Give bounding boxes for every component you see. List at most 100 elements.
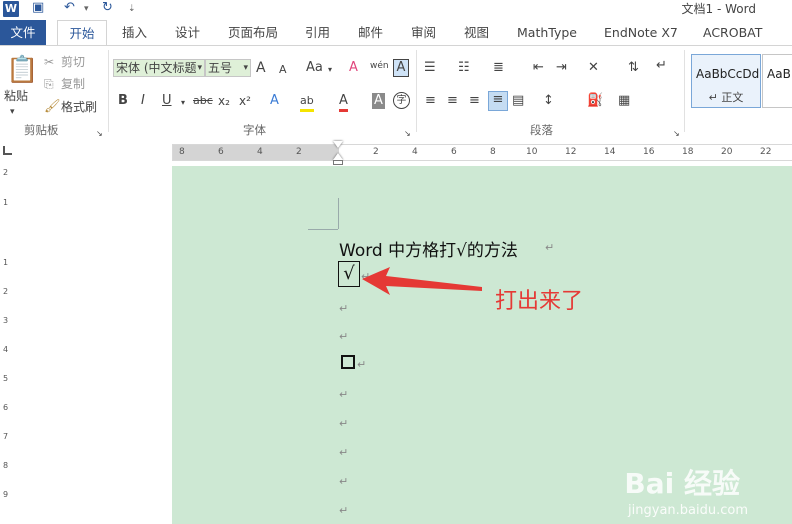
paste-dropdown-icon[interactable]: ▾ [10, 104, 15, 120]
line-spacing-icon[interactable]: ↕ [543, 93, 554, 109]
justify-icon[interactable]: ≡ [488, 91, 508, 111]
vertical-ruler[interactable]: 2 1 1 2 3 4 5 6 7 8 9 [1, 160, 13, 524]
style-normal[interactable]: AaBbCcDd ↵ 正文 [691, 54, 761, 108]
shrink-font-button[interactable]: A [279, 62, 287, 78]
ruler-tick: 22 [760, 147, 772, 157]
italic-button[interactable]: I [141, 93, 145, 109]
distributed-icon[interactable]: ▤ [512, 93, 524, 109]
crop-mark [308, 229, 338, 230]
tab-review[interactable]: 审阅 [411, 20, 436, 45]
font-name-select[interactable]: 宋体 (中文标题 ▾ [113, 59, 205, 77]
format-painter-icon[interactable]: 🖌 [44, 99, 61, 115]
tab-insert[interactable]: 插入 [122, 20, 147, 45]
copy-button[interactable]: 复制 [61, 76, 85, 92]
phonetic-guide-button[interactable]: wén [370, 58, 389, 74]
bullets-icon[interactable]: ☰ [424, 60, 436, 76]
paste-icon[interactable]: 📋 [6, 54, 38, 86]
hanging-indent-marker[interactable] [333, 153, 343, 160]
tab-home[interactable]: 开始 [57, 20, 107, 46]
ruler-tick: 14 [604, 147, 616, 157]
format-painter-button[interactable]: 格式刷 [61, 99, 97, 115]
ruler-tick: 20 [721, 147, 733, 157]
separator [684, 50, 685, 132]
shading-icon[interactable]: ⛽ [587, 93, 603, 109]
word-app-icon: W [3, 1, 19, 17]
ruler-tick: 6 [451, 147, 457, 157]
subscript-button[interactable]: x₂ [218, 93, 230, 109]
first-line-indent-marker[interactable] [333, 141, 343, 148]
char-shading-button[interactable]: A [372, 93, 385, 109]
ruler-tick: 4 [257, 147, 263, 157]
tab-acrobat[interactable]: ACROBAT [703, 20, 762, 45]
tab-view[interactable]: 视图 [464, 20, 489, 45]
ruler-tick: 18 [682, 147, 694, 157]
font-color-button[interactable]: A [339, 93, 348, 112]
vruler-tick: 4 [3, 345, 9, 354]
vruler-tick: 6 [3, 403, 9, 412]
text-effects-button[interactable]: A [270, 93, 279, 109]
left-margin-area [0, 166, 172, 524]
undo-dropdown-icon[interactable]: ▾ [84, 4, 89, 14]
ruler-tick: 12 [565, 147, 577, 157]
char-border-button[interactable]: A [393, 59, 409, 77]
tab-layout[interactable]: 页面布局 [228, 20, 278, 45]
separator [416, 50, 417, 132]
strikethrough-button[interactable]: abc [193, 93, 213, 109]
grow-font-button[interactable]: A [256, 60, 266, 76]
cut-icon[interactable]: ✂ [44, 54, 54, 70]
tab-selector-icon[interactable] [3, 146, 12, 155]
multilevel-list-icon[interactable]: ≣ [493, 60, 504, 76]
paragraph-mark: ↵ [339, 388, 349, 401]
customize-qat-icon[interactable]: ⇣ [128, 4, 136, 14]
increase-indent-icon[interactable]: ⇥ [556, 60, 567, 76]
chevron-down-icon[interactable]: ▾ [181, 95, 185, 111]
paragraph-mark: ↵ [545, 241, 555, 254]
ruler-tick: 10 [526, 147, 538, 157]
show-marks-icon[interactable]: ↵ [656, 58, 667, 74]
empty-box[interactable] [341, 355, 355, 369]
bold-button[interactable]: B [118, 93, 128, 109]
left-indent-marker[interactable] [333, 160, 343, 165]
vruler-tick: 8 [3, 461, 9, 470]
copy-icon[interactable]: ⎘ [44, 76, 54, 92]
change-case-button[interactable]: Aa [306, 60, 323, 76]
superscript-button[interactable]: x² [239, 93, 251, 109]
sort-icon[interactable]: ⇅ [628, 60, 639, 76]
watermark-logo: Bai 经验 [624, 467, 740, 500]
tab-design[interactable]: 设计 [175, 20, 200, 45]
ruler-tick: 2 [296, 147, 302, 157]
cut-button[interactable]: 剪切 [61, 54, 85, 70]
style-no-spacing[interactable]: AaB [762, 54, 792, 108]
watermark-url: jingyan.baidu.com [628, 503, 748, 518]
chevron-down-icon[interactable]: ▾ [328, 62, 332, 78]
enclose-char-button[interactable]: 字 [393, 92, 410, 109]
tab-references[interactable]: 引用 [305, 20, 330, 45]
save-icon[interactable]: ▣ [32, 0, 44, 15]
align-center-icon[interactable]: ≡ [447, 93, 458, 109]
clear-format-button[interactable]: A [349, 60, 358, 76]
borders-icon[interactable]: ▦ [618, 93, 630, 109]
underline-button[interactable]: U [162, 93, 172, 109]
horizontal-ruler[interactable]: 8 6 4 2 2 4 6 8 10 12 14 16 18 20 22 [172, 144, 792, 161]
tab-mathtype[interactable]: MathType [517, 20, 577, 45]
highlight-button[interactable]: ab [300, 93, 314, 112]
numbering-icon[interactable]: ☷ [458, 60, 470, 76]
document-heading[interactable]: Word 中方格打√的方法 [339, 236, 518, 261]
align-right-icon[interactable]: ≡ [469, 93, 480, 109]
paragraph-mark: ↵ [339, 504, 349, 517]
align-left-icon[interactable]: ≡ [425, 93, 436, 109]
tab-endnote[interactable]: EndNote X7 [604, 20, 678, 45]
vruler-tick: 2 [3, 168, 9, 177]
ribbon-tabs: 文件 开始 插入 设计 页面布局 引用 邮件 审阅 视图 MathType En… [0, 20, 792, 46]
ruler-tick: 2 [373, 147, 379, 157]
paste-button[interactable]: 粘贴 [4, 88, 28, 104]
tab-file[interactable]: 文件 [0, 20, 46, 45]
font-size-select[interactable]: 五号 ▾ [205, 59, 251, 77]
asian-layout-icon[interactable]: ✕ [588, 60, 599, 76]
ruler-tick: 4 [412, 147, 418, 157]
undo-icon[interactable]: ↶ [64, 0, 75, 15]
redo-icon[interactable]: ↻ [102, 0, 113, 15]
tab-mailings[interactable]: 邮件 [358, 20, 383, 45]
decrease-indent-icon[interactable]: ⇤ [533, 60, 544, 76]
checked-box[interactable]: √ [338, 261, 360, 287]
